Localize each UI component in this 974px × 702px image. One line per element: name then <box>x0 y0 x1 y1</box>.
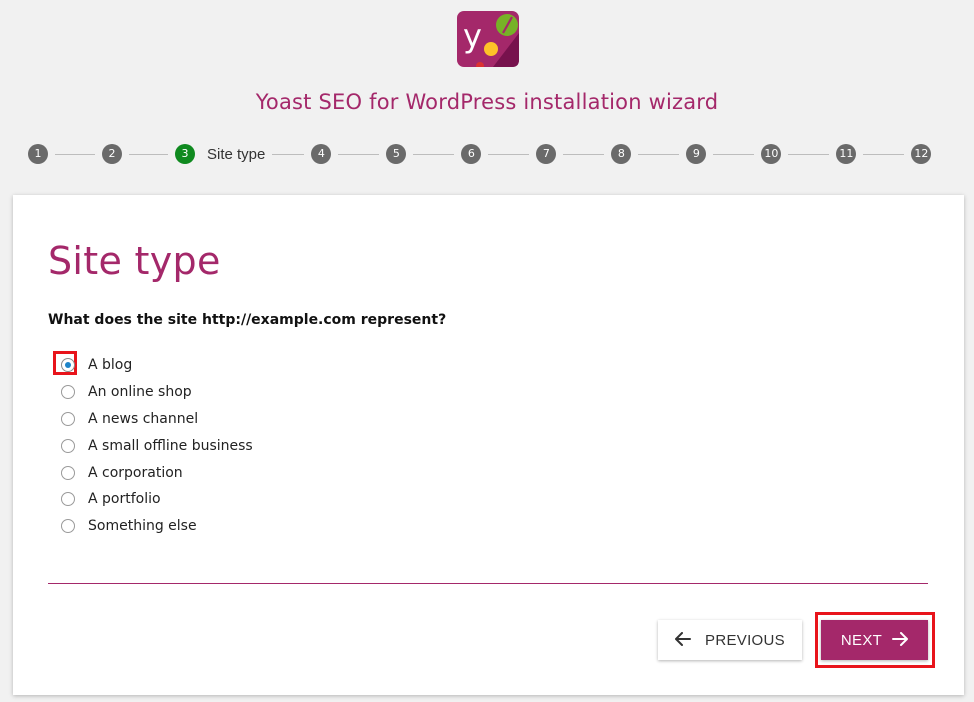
option-portfolio[interactable]: A portfolio <box>60 486 253 513</box>
step-label: Site type <box>207 145 266 163</box>
step-connector <box>788 153 830 155</box>
radio-wrapper <box>53 351 77 376</box>
option-something-else[interactable]: Something else <box>60 513 253 540</box>
step-8[interactable]: 8 <box>611 144 632 164</box>
card-divider <box>48 583 928 584</box>
option-blog[interactable]: A blog <box>53 351 253 379</box>
step-number: 8 <box>611 144 632 164</box>
step-12[interactable]: 12 <box>911 144 932 164</box>
next-button[interactable]: NEXT <box>821 620 928 660</box>
radio-something-else[interactable] <box>61 519 75 534</box>
step-number: 12 <box>911 144 932 164</box>
radio-online-shop[interactable] <box>61 385 75 400</box>
step-3[interactable]: 3 Site type <box>175 144 265 164</box>
step-number: 11 <box>836 144 857 164</box>
step-connector <box>638 153 680 155</box>
step-number: 3 <box>175 144 195 164</box>
site-type-radio-group: A blog An online shop A news channel A s… <box>53 351 253 540</box>
yoast-logo-icon: y <box>457 11 519 67</box>
option-label[interactable]: A corporation <box>88 465 183 481</box>
option-online-shop[interactable]: An online shop <box>60 379 253 406</box>
step-2[interactable]: 2 <box>102 144 122 164</box>
step-number: 2 <box>102 144 122 164</box>
radio-corporation[interactable] <box>61 465 75 480</box>
radio-wrapper <box>60 438 76 454</box>
step-number: 9 <box>686 144 707 164</box>
radio-small-offline-business[interactable] <box>61 438 75 453</box>
step-number: 10 <box>761 144 782 164</box>
radio-wrapper <box>60 465 76 481</box>
option-label[interactable]: An online shop <box>88 384 192 400</box>
wizard-stepper: 1 2 3 Site type 4 5 6 7 8 9 10 11 12 <box>28 144 932 164</box>
radio-wrapper <box>60 518 76 534</box>
option-corporation[interactable]: A corporation <box>60 459 253 486</box>
option-small-offline-business[interactable]: A small offline business <box>60 432 253 459</box>
radio-news-channel[interactable] <box>61 411 75 426</box>
radio-portfolio[interactable] <box>61 492 75 507</box>
step-connector <box>55 153 95 155</box>
step-1[interactable]: 1 <box>28 144 48 164</box>
option-label[interactable]: A blog <box>88 357 132 373</box>
step-connector <box>863 153 905 155</box>
wizard-title: Yoast SEO for WordPress installation wiz… <box>255 90 719 114</box>
step-connector <box>272 153 305 155</box>
wizard-card: Site type What does the site http://exam… <box>13 195 964 695</box>
step-connector <box>488 153 530 155</box>
step-connector <box>129 153 168 155</box>
step-10[interactable]: 10 <box>761 144 782 164</box>
step-number: 4 <box>311 144 332 164</box>
step-5[interactable]: 5 <box>386 144 407 164</box>
previous-button-label: PREVIOUS <box>705 631 785 649</box>
step-6[interactable]: 6 <box>461 144 482 164</box>
step-connector <box>413 153 455 155</box>
arrow-left-icon <box>675 630 692 651</box>
arrow-right-icon <box>892 630 909 651</box>
step-7[interactable]: 7 <box>536 144 557 164</box>
option-label[interactable]: A small offline business <box>88 438 253 454</box>
option-label[interactable]: A news channel <box>88 411 198 427</box>
radio-wrapper <box>60 491 76 507</box>
step-9[interactable]: 9 <box>686 144 707 164</box>
radio-wrapper <box>60 384 76 400</box>
next-button-label: NEXT <box>840 631 883 649</box>
svg-text:y: y <box>463 17 482 55</box>
site-type-question: What does the site http://example.com re… <box>48 312 447 328</box>
previous-button[interactable]: PREVIOUS <box>658 620 802 660</box>
step-number: 6 <box>461 144 482 164</box>
step-number: 5 <box>386 144 407 164</box>
radio-wrapper <box>60 411 76 427</box>
step-number: 1 <box>28 144 48 164</box>
option-label[interactable]: A portfolio <box>88 491 161 507</box>
option-label[interactable]: Something else <box>88 518 197 534</box>
step-connector <box>338 153 380 155</box>
option-news-channel[interactable]: A news channel <box>60 406 253 433</box>
page-title: Site type <box>48 239 221 283</box>
step-connector <box>713 153 755 155</box>
wizard-page: y Yoast SEO for WordPress installation w… <box>0 0 974 702</box>
step-connector <box>563 153 605 155</box>
step-number: 7 <box>536 144 557 164</box>
step-11[interactable]: 11 <box>836 144 857 164</box>
step-4[interactable]: 4 <box>311 144 332 164</box>
